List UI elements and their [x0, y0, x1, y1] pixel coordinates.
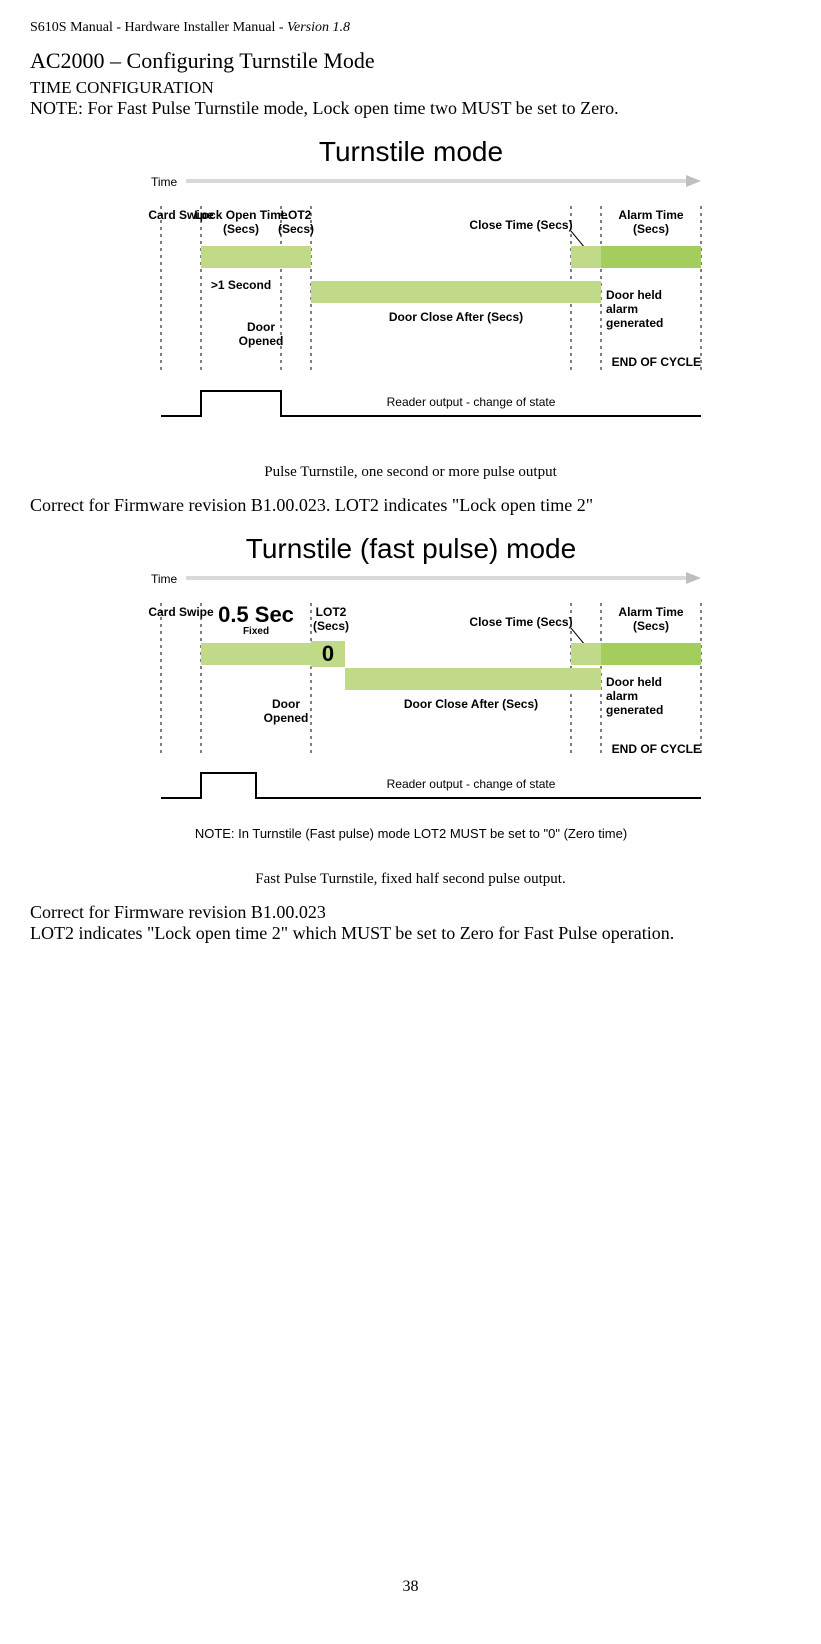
d2-zero: 0 [321, 641, 333, 666]
diagram2-svg: Turnstile (fast pulse) mode Time Card Sw… [101, 528, 721, 858]
header-dash2: - [275, 20, 287, 35]
caption-1: Pulse Turnstile, one second or more puls… [30, 464, 791, 481]
d2-alarm-l2: (Secs) [632, 619, 668, 633]
turnstile-diagram-2: Turnstile (fast pulse) mode Time Card Sw… [30, 528, 791, 863]
d1-close-pointer [571, 231, 585, 248]
d1-alarm-l2: (Secs) [632, 222, 668, 236]
d1-green-bar-alarm [601, 246, 701, 268]
header-manual: S610S Manual [30, 20, 113, 35]
d1-lot2-l1: LOT2 [280, 208, 311, 222]
d1-eoc: END OF CYCLE [611, 355, 700, 369]
d2-footnote: NOTE: In Turnstile (Fast pulse) mode LOT… [194, 826, 626, 841]
d2-lot2-l1: LOT2 [315, 605, 346, 619]
note-text: NOTE: For Fast Pulse Turnstile mode, Loc… [30, 98, 791, 119]
d1-alarm-l1: Alarm Time [618, 208, 683, 222]
d1-lot-l1: Lock Open Time [194, 208, 287, 222]
doc-header: S610S Manual - Hardware Installer Manual… [30, 20, 791, 36]
d1-green-bar-lot [201, 246, 311, 268]
d2-dca: Door Close After (Secs) [403, 697, 537, 711]
d2-eoc: END OF CYCLE [611, 742, 700, 756]
d1-time-arrow-body [186, 179, 686, 183]
d2-green-bar-close [571, 643, 601, 665]
d2-time-label: Time [151, 572, 178, 586]
d1-dh-l2: alarm [606, 302, 638, 316]
body-text-1: Correct for Firmware revision B1.00.023.… [30, 495, 791, 516]
d1-door-l1: Door [247, 320, 275, 334]
d2-green-bar-dca [345, 668, 601, 690]
d2-fixed: Fixed [242, 626, 268, 637]
d2-dh-l2: alarm [606, 689, 638, 703]
d1-title: Turnstile mode [318, 136, 502, 167]
d2-close-pointer [571, 628, 585, 645]
d1-green-bar-close [571, 246, 601, 268]
d1-gt1sec: >1 Second [210, 278, 270, 292]
d1-dh-l3: generated [606, 316, 663, 330]
d1-lot2-l2: (Secs) [277, 222, 313, 236]
diagram1-svg: Turnstile mode Time Card Swipe Lock Open… [101, 131, 721, 451]
header-version: Version 1.8 [287, 20, 350, 35]
caption-2: Fast Pulse Turnstile, fixed half second … [30, 871, 791, 888]
header-doc: Hardware Installer Manual [125, 20, 276, 35]
d1-door-l2: Opened [238, 334, 283, 348]
d2-dh-l1: Door held [606, 675, 662, 689]
d2-title: Turnstile (fast pulse) mode [245, 533, 575, 564]
body-text-2a: Correct for Firmware revision B1.00.023 [30, 902, 791, 923]
d1-lot-l2: (Secs) [222, 222, 258, 236]
d2-reader-output: Reader output - change of state [386, 777, 555, 791]
d2-time-arrow-body [186, 576, 686, 580]
d1-green-bar-dca [311, 281, 601, 303]
d2-close-time: Close Time (Secs) [469, 615, 572, 629]
turnstile-diagram-1: Turnstile mode Time Card Swipe Lock Open… [30, 131, 791, 456]
d1-dh-l1: Door held [606, 288, 662, 302]
d2-halfsec: 0.5 Sec [218, 602, 294, 627]
d1-reader-output: Reader output - change of state [386, 395, 555, 409]
d2-lot2-l2: (Secs) [312, 619, 348, 633]
d2-green-bar-alarm [601, 643, 701, 665]
d2-door-l1: Door [272, 697, 300, 711]
d2-door-l2: Opened [263, 711, 308, 725]
d2-dh-l3: generated [606, 703, 663, 717]
d1-dca: Door Close After (Secs) [388, 310, 522, 324]
page-title: AC2000 – Configuring Turnstile Mode [30, 48, 791, 74]
d1-time-arrow-head [686, 175, 701, 187]
d2-card-swipe: Card Swipe [148, 605, 214, 619]
page-number: 38 [30, 1578, 791, 1596]
d1-time-label: Time [151, 175, 178, 189]
section-subtitle: TIME CONFIGURATION [30, 78, 791, 98]
header-dash1: - [113, 20, 125, 35]
d2-green-bar-lot [201, 643, 311, 665]
d2-time-arrow-head [686, 572, 701, 584]
body-text-2b: LOT2 indicates "Lock open time 2" which … [30, 923, 791, 944]
d2-alarm-l1: Alarm Time [618, 605, 683, 619]
d1-close-time: Close Time (Secs) [469, 218, 572, 232]
